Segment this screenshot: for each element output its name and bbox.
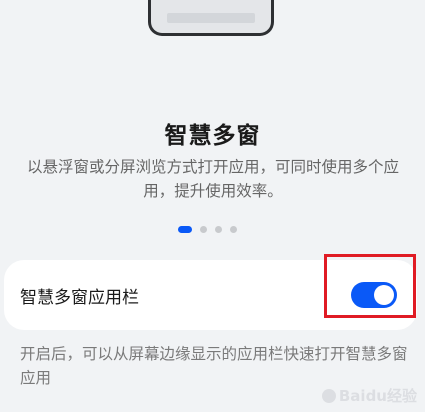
toggle-knob	[374, 285, 394, 305]
phone-screen-bar	[167, 13, 255, 23]
phone-illustration	[148, 0, 274, 36]
page-dot-3[interactable]	[215, 226, 222, 233]
feature-description: 以悬浮窗或分屏浏览方式打开应用，可同时使用多个应用，提升使用效率。	[26, 158, 399, 200]
watermark: Baidu经验	[321, 385, 417, 406]
page-dot-2[interactable]	[200, 226, 207, 233]
setting-label: 智慧多窗应用栏	[20, 288, 139, 308]
feature-title: 智慧多窗	[164, 123, 261, 149]
settings-card: 智慧多窗应用栏	[4, 254, 417, 330]
page-dot-1[interactable]	[178, 226, 192, 233]
page-dot-4[interactable]	[230, 226, 237, 233]
watermark-text: Baidu经验	[338, 387, 417, 405]
page-indicator[interactable]	[178, 226, 237, 233]
app-bar-toggle[interactable]	[351, 282, 397, 308]
paw-icon	[321, 388, 336, 403]
helper-text: 开启后，可以从屏幕边缘显示的应用栏快速打开智慧多窗应用	[20, 345, 408, 387]
